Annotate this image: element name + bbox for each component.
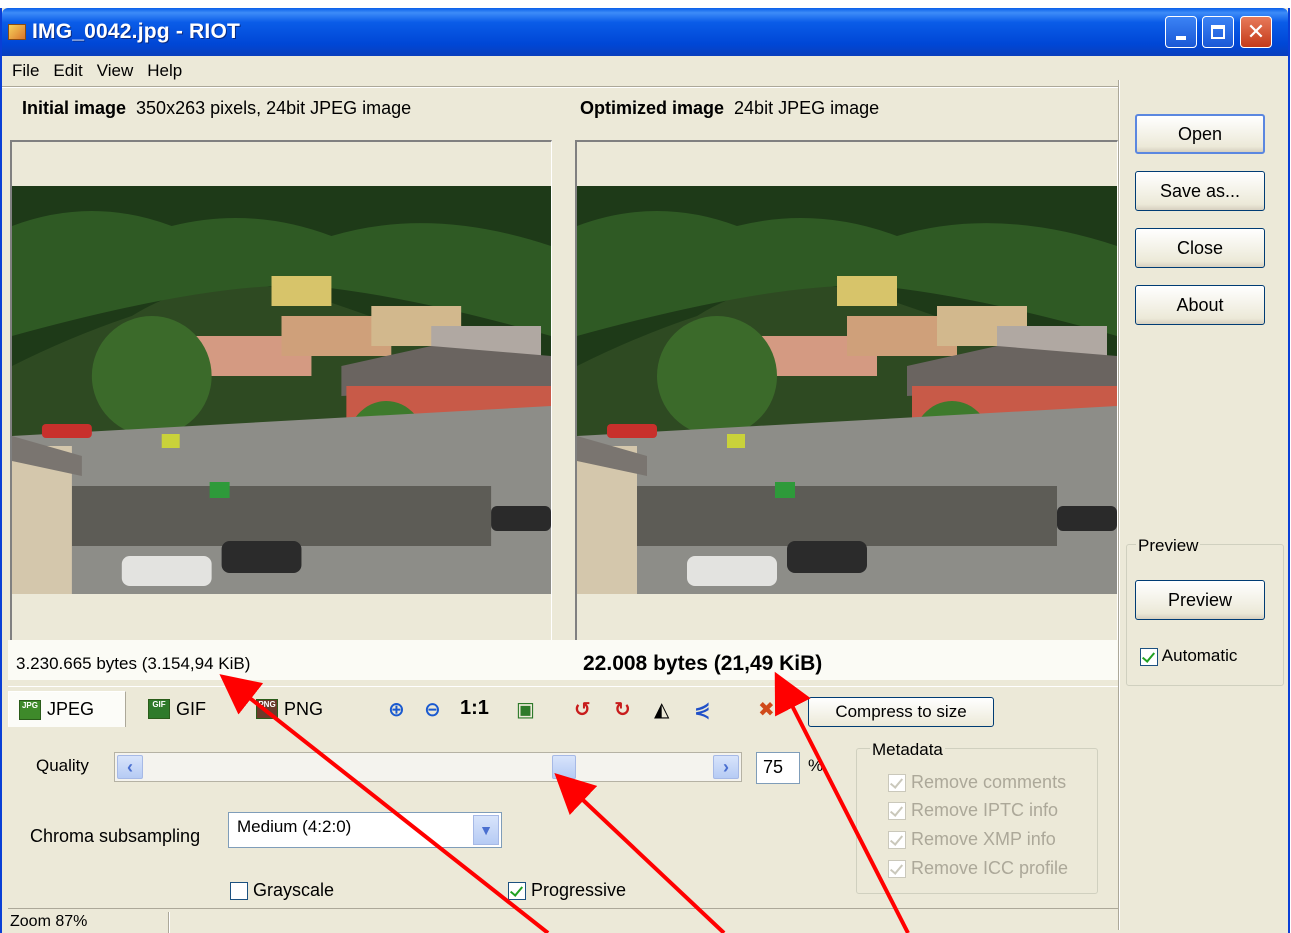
remove-iptc-label: Remove IPTC info: [911, 800, 1059, 820]
quality-percent-sign: %: [808, 756, 824, 775]
tab-jpeg-label: JPEG: [47, 699, 95, 719]
progressive-checkbox[interactable]: [508, 882, 526, 901]
remove-comments-checkbox: [888, 774, 906, 793]
png-icon: PNG: [256, 699, 278, 719]
open-button[interactable]: Open: [1135, 114, 1265, 154]
initial-image-header: Initial image 350x263 pixels, 24bit JPEG …: [22, 98, 411, 119]
tab-gif[interactable]: GIF GIF: [148, 691, 206, 727]
compress-to-size-button[interactable]: Compress to size: [808, 697, 994, 727]
slider-left-arrow-icon[interactable]: ‹: [117, 755, 143, 779]
menu-bar: File Edit View Help: [2, 56, 1288, 86]
chroma-subsampling-select[interactable]: Medium (4:2:0) ▼: [228, 812, 502, 848]
grayscale-checkbox[interactable]: [230, 882, 248, 901]
menu-help[interactable]: Help: [147, 61, 182, 81]
menu-file[interactable]: File: [12, 61, 39, 81]
remove-iptc-row: Remove IPTC info: [888, 800, 1058, 821]
quality-slider-thumb[interactable]: [551, 755, 576, 779]
slider-right-arrow-icon[interactable]: ›: [713, 755, 739, 779]
grayscale-checkbox-row[interactable]: Grayscale: [230, 880, 334, 901]
remove-icc-label: Remove ICC profile: [911, 858, 1069, 878]
minimize-button[interactable]: [1165, 16, 1197, 48]
app-icon: [8, 24, 26, 40]
remove-comments-label: Remove comments: [911, 772, 1067, 792]
flip-horizontal-icon[interactable]: ◭: [654, 697, 669, 722]
tab-png-label: PNG: [284, 698, 324, 719]
remove-iptc-checkbox: [888, 802, 906, 821]
right-panel-separator: [1118, 80, 1120, 930]
rotate-right-icon[interactable]: ↻: [614, 697, 631, 722]
minimize-icon: [1176, 36, 1186, 40]
automatic-checkbox-row[interactable]: Automatic: [1140, 646, 1237, 666]
remove-xmp-checkbox: [888, 831, 906, 850]
optimized-file-size: 22.008 bytes (21,49 KiB): [583, 652, 823, 675]
optimized-photo: [577, 186, 1117, 594]
menu-separator: [2, 86, 1120, 88]
maximize-button[interactable]: [1202, 16, 1234, 48]
title-bar[interactable]: IMG_0042.jpg - RIOT ✕: [2, 8, 1288, 56]
zoom-out-icon[interactable]: ⊖: [424, 697, 441, 722]
quality-slider[interactable]: ‹ ›: [114, 752, 742, 782]
remove-xmp-row: Remove XMP info: [888, 829, 1056, 850]
automatic-label: Automatic: [1161, 646, 1238, 665]
preview-group-label: Preview: [1136, 536, 1201, 556]
close-icon: ✕: [1246, 19, 1266, 44]
progressive-checkbox-row[interactable]: Progressive: [508, 880, 626, 901]
maximize-icon: [1211, 25, 1225, 39]
window-title: IMG_0042.jpg - RIOT: [32, 20, 241, 43]
compress-tool-icon[interactable]: ✖: [758, 697, 775, 722]
zoom-in-icon[interactable]: ⊕: [388, 697, 405, 722]
remove-comments-row: Remove comments: [888, 772, 1066, 793]
fit-to-window-icon[interactable]: ▣: [516, 697, 535, 722]
close-window-button[interactable]: ✕: [1240, 16, 1272, 48]
initial-image-label: Initial image: [22, 98, 127, 118]
grayscale-label: Grayscale: [253, 880, 335, 900]
zoom-status: Zoom 87%: [10, 913, 88, 930]
chroma-subsampling-label: Chroma subsampling: [30, 826, 201, 846]
status-bar: Zoom 87%: [8, 908, 1118, 933]
tab-jpeg[interactable]: JPG JPEG: [8, 691, 126, 727]
optimized-image-header: Optimized image 24bit JPEG image: [580, 98, 879, 119]
remove-icc-checkbox: [888, 860, 906, 879]
remove-icc-row: Remove ICC profile: [888, 858, 1068, 879]
save-as-button[interactable]: Save as...: [1135, 171, 1265, 211]
status-divider: [168, 912, 170, 933]
preview-button[interactable]: Preview: [1135, 580, 1265, 620]
quality-label: Quality: [36, 756, 89, 775]
metadata-group-label: Metadata: [870, 740, 945, 760]
initial-image-view[interactable]: [10, 140, 552, 640]
close-button[interactable]: Close: [1135, 228, 1265, 268]
optimized-image-info: 24bit JPEG image: [734, 98, 880, 118]
progressive-label: Progressive: [531, 880, 627, 900]
remove-xmp-label: Remove XMP info: [911, 829, 1056, 849]
chevron-down-icon[interactable]: ▼: [473, 815, 499, 845]
menu-view[interactable]: View: [97, 61, 134, 81]
rotate-left-icon[interactable]: ↺: [574, 697, 591, 722]
about-button[interactable]: About: [1135, 285, 1265, 325]
automatic-checkbox[interactable]: [1140, 647, 1158, 666]
chroma-selected-value: Medium (4:2:0): [237, 817, 352, 836]
initial-image-info: 350x263 pixels, 24bit JPEG image: [136, 98, 412, 118]
initial-file-size: 3.230.665 bytes (3.154,94 KiB): [16, 654, 251, 673]
tab-gif-label: GIF: [176, 698, 206, 719]
initial-photo: [12, 186, 551, 594]
menu-edit[interactable]: Edit: [53, 61, 82, 81]
tab-png[interactable]: PNG PNG: [256, 691, 323, 727]
quality-value-field[interactable]: 75: [756, 752, 800, 784]
flip-vertical-icon[interactable]: ⋞: [694, 697, 711, 722]
optimized-image-view[interactable]: [575, 140, 1118, 640]
actual-size-button[interactable]: 1:1: [460, 697, 489, 720]
jpeg-icon: JPG: [19, 699, 41, 720]
gif-icon: GIF: [148, 699, 170, 719]
optimized-image-label: Optimized image: [580, 98, 725, 118]
